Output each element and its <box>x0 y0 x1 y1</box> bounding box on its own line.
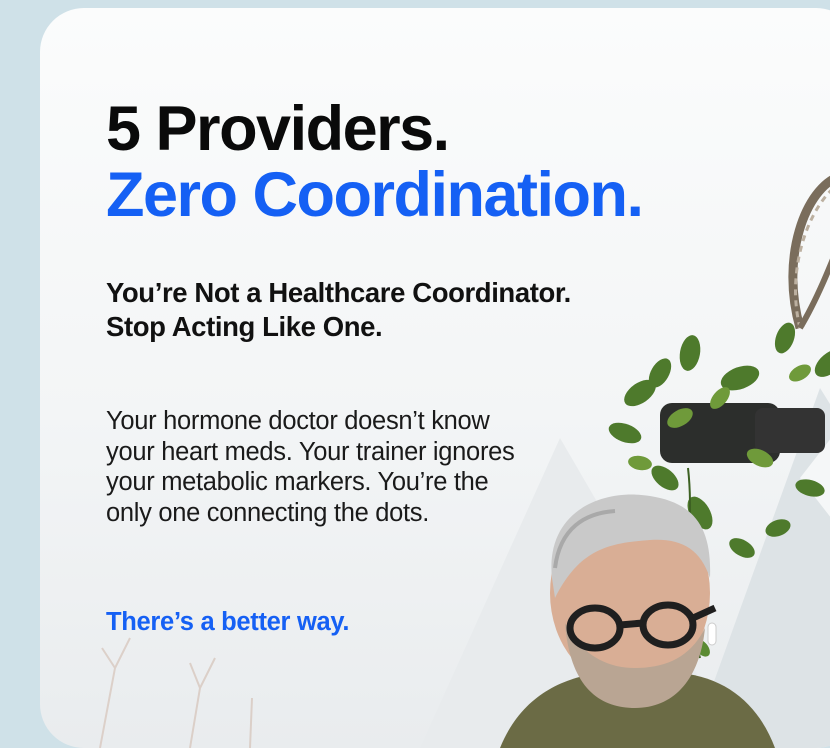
hero-card: 5 Providers. Zero Coordination. You’re N… <box>40 8 830 748</box>
branches-illustration <box>99 637 253 748</box>
cta-link[interactable]: There’s a better way. <box>106 608 349 637</box>
headline-line-2: Zero Coordination. <box>106 160 644 230</box>
subheadline-line-2: Stop Acting Like One. <box>106 311 383 342</box>
subheadline-line-1: You’re Not a Healthcare Coordinator. <box>106 277 571 308</box>
body-paragraph: Your hormone doctor doesn’t know your he… <box>106 407 515 527</box>
headline: 5 Providers. Zero Coordination. <box>106 94 644 230</box>
subheadline: You’re Not a Healthcare Coordinator. Sto… <box>106 276 571 344</box>
headline-line-1: 5 Providers. <box>106 94 450 164</box>
